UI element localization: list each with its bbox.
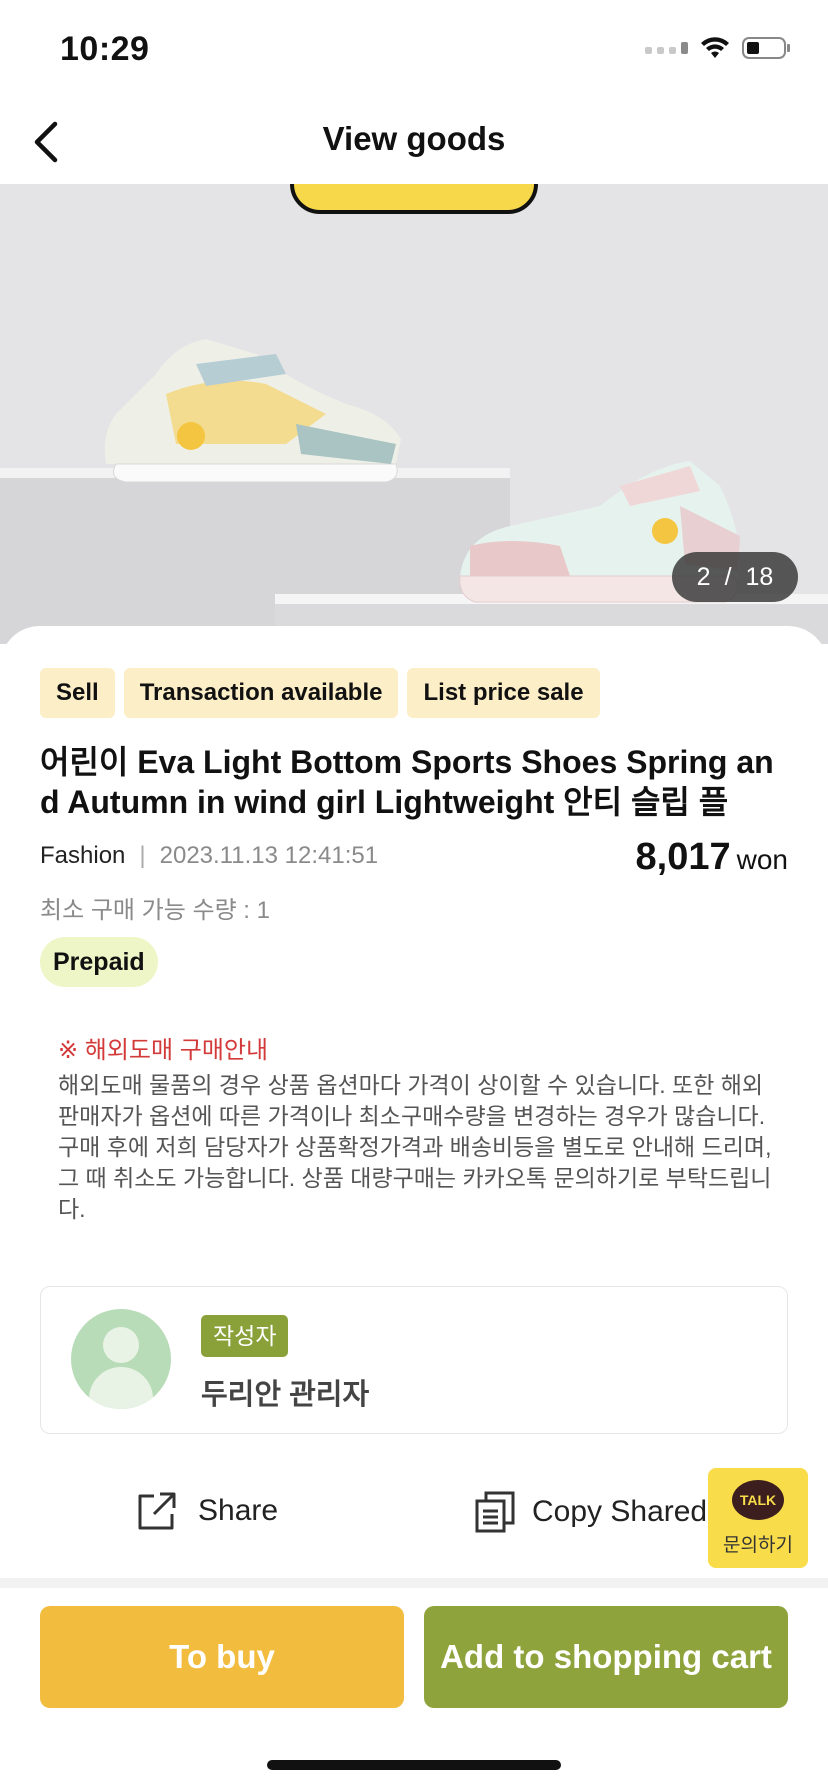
product-image-gallery[interactable]: 2 / 18 [0,184,828,644]
product-category: Fashion [40,842,126,869]
product-tags: Sell Transaction available List price sa… [40,668,600,718]
avatar-body [89,1367,153,1409]
page-title: View goods [322,120,506,157]
price-value: 8,017 [635,836,731,878]
meta-separator: | [139,842,146,869]
avatar [71,1309,171,1409]
tag-sell: Sell [40,668,115,718]
kakao-talk-icon: TALK [732,1480,784,1520]
copy-shared-label: Copy Shared [532,1495,708,1528]
product-info-card: Sell Transaction available List price sa… [0,626,828,1596]
add-to-cart-button[interactable]: Add to shopping cart [424,1606,788,1708]
copy-shared-button[interactable]: Copy Shared [474,1490,707,1534]
image-counter-separator: / [724,562,732,591]
battery-icon [742,37,790,59]
cellular-signal-icon [645,42,688,54]
kakao-inquiry-label: 문의하기 [723,1535,793,1556]
status-bar: 10:29 [0,0,828,100]
notice-title: ※ 해외도매 구매안내 [58,1037,269,1064]
home-indicator[interactable] [267,1760,561,1770]
notice-body: 해외도매 물품의 경우 상품 옵션마다 가격이 상이할 수 있습니다. 또한 해… [58,1072,772,1222]
status-icons [645,36,792,60]
author-role-badge: 작성자 [201,1315,289,1357]
top-navigation: View goods [0,100,828,184]
product-title: 어린이 Eva Light Bottom Sports Shoes Spring… [40,744,774,820]
product-meta: Fashion | 2023.11.13 12:41:51 [40,842,378,870]
copy-icon [475,1491,515,1533]
status-time: 10:29 [60,30,150,68]
brand-banner [290,184,538,214]
price-unit: won [736,844,788,875]
product-date: 2023.11.13 12:41:51 [159,842,379,869]
image-counter-current: 2 [696,562,711,591]
author-card: 작성자 두리안 관리자 [40,1286,788,1434]
tag-transaction-available: Transaction available [123,668,399,718]
image-counter: 2 / 18 [672,552,798,602]
avatar-head [103,1327,139,1363]
prepaid-badge: Prepaid [40,937,158,987]
author-name: 두리안 관리자 [201,1379,370,1411]
kakao-inquiry-button[interactable]: TALK 문의하기 [708,1468,808,1568]
share-actions: Share Copy Shared [0,1490,828,1570]
image-counter-total: 18 [745,562,774,591]
min-purchase-qty: 최소 구매 가능 수량 : 1 [40,897,270,924]
share-icon [138,1492,176,1530]
product-price: 8,017 won [636,836,788,879]
share-label: Share [198,1494,279,1527]
bottom-divider [0,1578,828,1588]
shoe-image-left [104,339,401,483]
wifi-icon [701,37,729,58]
share-button[interactable]: Share [136,1490,278,1532]
buy-button[interactable]: To buy [40,1606,404,1708]
tag-list-price-sale: List price sale [407,668,600,718]
